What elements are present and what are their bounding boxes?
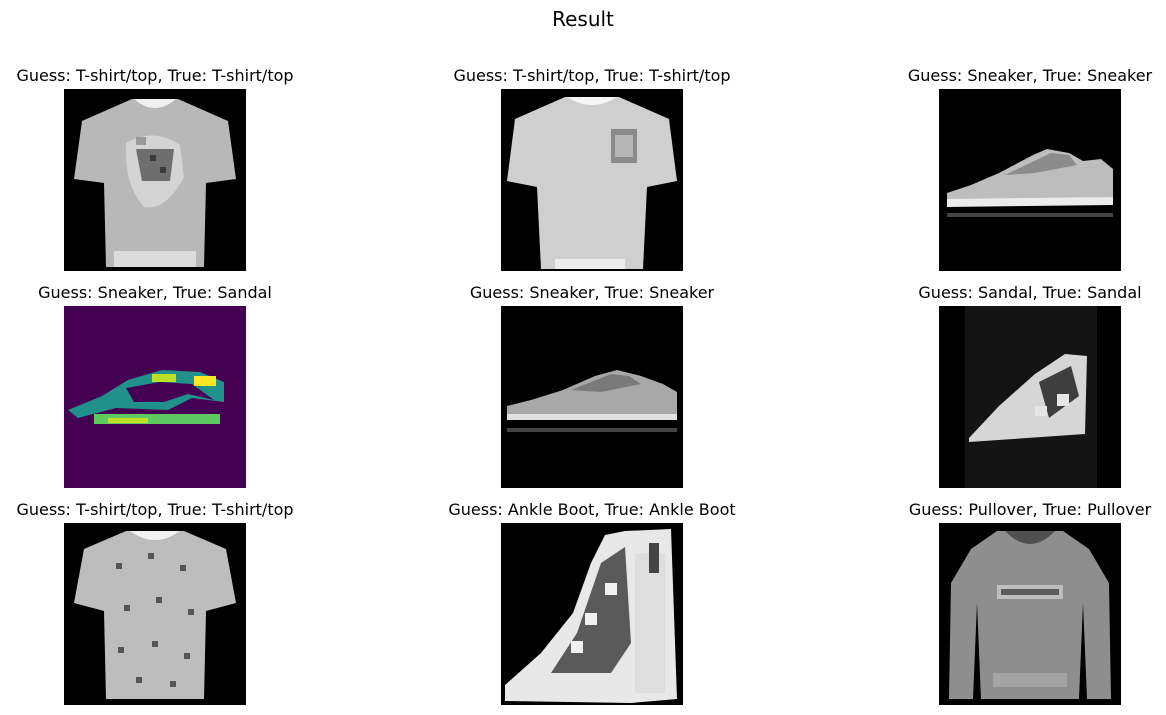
panel-title: Guess: Ankle Boot, True: Ankle Boot [448,500,736,519]
sandal-icon [64,306,246,488]
figure-title: Result [552,7,614,31]
panel-title: Guess: Sandal, True: Sandal [918,283,1142,302]
panel-title: Guess: T-shirt/top, True: T-shirt/top [453,66,731,85]
panel-title: Guess: Sneaker, True: Sneaker [907,66,1153,85]
ankle-boot-icon [501,523,683,705]
tshirt-icon [64,523,246,705]
sneaker-icon [501,306,683,488]
tshirt-icon [501,89,683,271]
panel-title: Guess: T-shirt/top, True: T-shirt/top [16,500,294,519]
panel-title: Guess: Pullover, True: Pullover [908,500,1152,519]
pullover-icon [939,523,1121,705]
tshirt-icon [64,89,246,271]
panel-title: Guess: Sneaker, True: Sandal [38,283,272,302]
panel-title: Guess: T-shirt/top, True: T-shirt/top [16,66,294,85]
sandal-icon [939,306,1121,488]
sneaker-icon [939,89,1121,271]
panel-title: Guess: Sneaker, True: Sneaker [469,283,715,302]
